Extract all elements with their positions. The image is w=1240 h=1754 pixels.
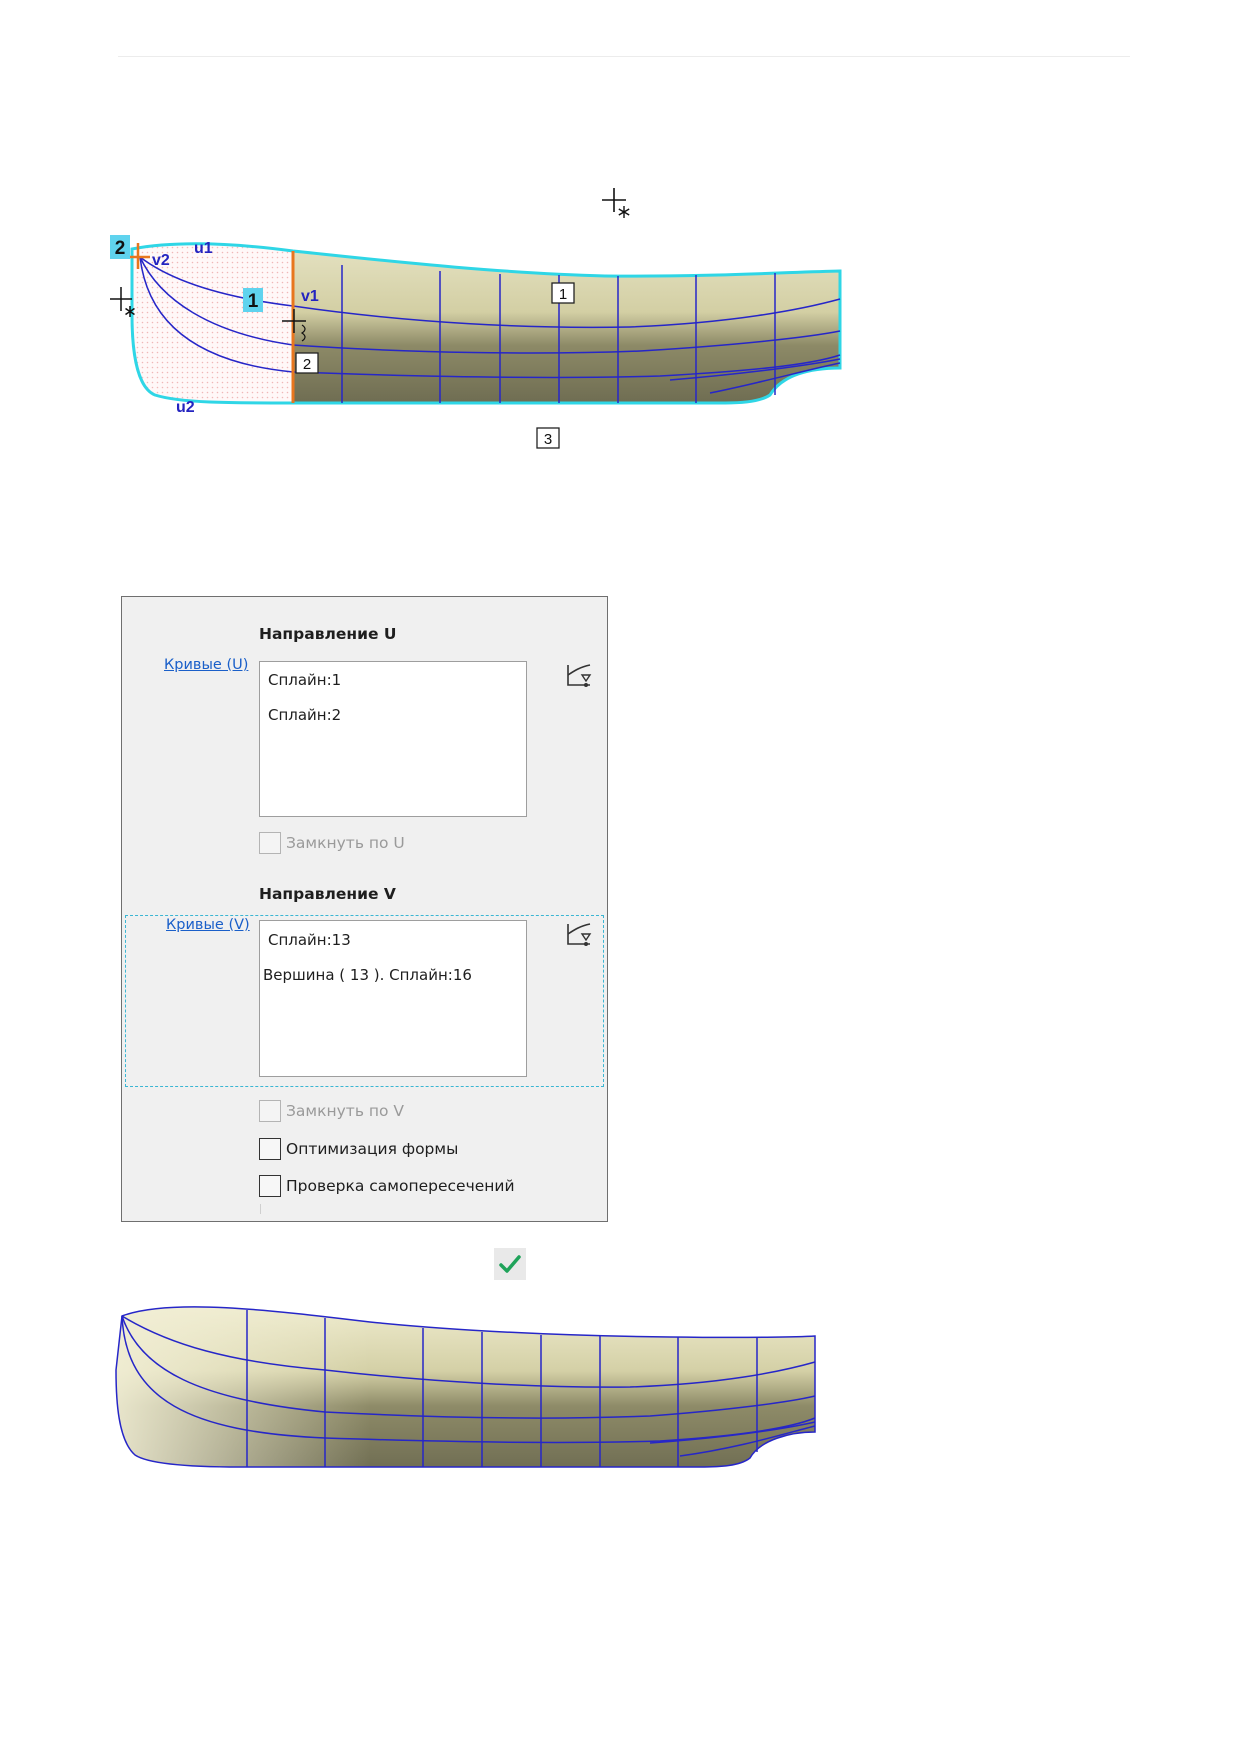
shape-optimization-box[interactable] bbox=[259, 1138, 281, 1160]
checkmark-icon bbox=[499, 1255, 521, 1273]
u-direction-title: Направление U bbox=[259, 625, 397, 643]
label-v2: v2 bbox=[152, 252, 170, 269]
list-item[interactable]: Сплайн:1 bbox=[268, 671, 341, 689]
box-2-label: 2 bbox=[303, 356, 311, 373]
list-item[interactable]: Сплайн:13 bbox=[268, 931, 351, 949]
curves-u-link[interactable]: Кривые (U) bbox=[164, 657, 248, 673]
v-curves-list[interactable]: Сплайн:13 Вершина ( 13 ). Сплайн:16 bbox=[259, 920, 527, 1077]
close-u-checkbox[interactable]: Замкнуть по U bbox=[259, 830, 405, 856]
curves-v-link[interactable]: Кривые (V) bbox=[166, 917, 250, 933]
resulting-hull-surface-view bbox=[115, 1306, 816, 1468]
list-item[interactable]: Вершина ( 13 ). Сплайн:16 bbox=[263, 966, 472, 984]
close-v-checkbox[interactable]: Замкнуть по V bbox=[259, 1098, 404, 1124]
v-direction-title: Направление V bbox=[259, 885, 396, 903]
divider-tick bbox=[260, 1204, 261, 1214]
shape-optimization-label: Оптимизация формы bbox=[286, 1140, 459, 1158]
close-u-box[interactable] bbox=[259, 832, 281, 854]
page-header-rule bbox=[118, 56, 1130, 57]
select-curve-icon[interactable] bbox=[564, 661, 594, 691]
select-curve-icon[interactable] bbox=[564, 920, 594, 950]
label-v1: v1 bbox=[301, 288, 319, 305]
surface-by-curve-network-panel: Направление U Кривые (U) Сплайн:1 Сплайн… bbox=[121, 596, 608, 1222]
crosshair-cursor-icon bbox=[602, 188, 630, 218]
badge-1-label: 1 bbox=[248, 291, 259, 312]
close-v-label: Замкнуть по V bbox=[286, 1102, 405, 1120]
u-curves-list[interactable]: Сплайн:1 Сплайн:2 bbox=[259, 661, 527, 817]
label-u1: u1 bbox=[194, 240, 213, 257]
close-u-label: Замкнуть по U bbox=[286, 834, 405, 852]
self-intersection-check-checkbox[interactable]: Проверка самопересечений bbox=[259, 1173, 515, 1199]
shape-optimization-checkbox[interactable]: Оптимизация формы bbox=[259, 1136, 458, 1162]
box-1-label: 1 bbox=[559, 286, 567, 303]
close-v-box[interactable] bbox=[259, 1100, 281, 1122]
self-intersection-check-box[interactable] bbox=[259, 1175, 281, 1197]
hull-surface-construction-view: 2 1 u1 v2 v1 u2 1 2 3 bbox=[110, 235, 842, 449]
label-u2: u2 bbox=[176, 399, 195, 416]
badge-2-label: 2 bbox=[115, 238, 126, 259]
list-item[interactable]: Сплайн:2 bbox=[268, 706, 341, 724]
box-3-label: 3 bbox=[544, 431, 552, 448]
self-intersection-check-label: Проверка самопересечений bbox=[286, 1177, 515, 1195]
ok-button[interactable] bbox=[494, 1248, 526, 1280]
